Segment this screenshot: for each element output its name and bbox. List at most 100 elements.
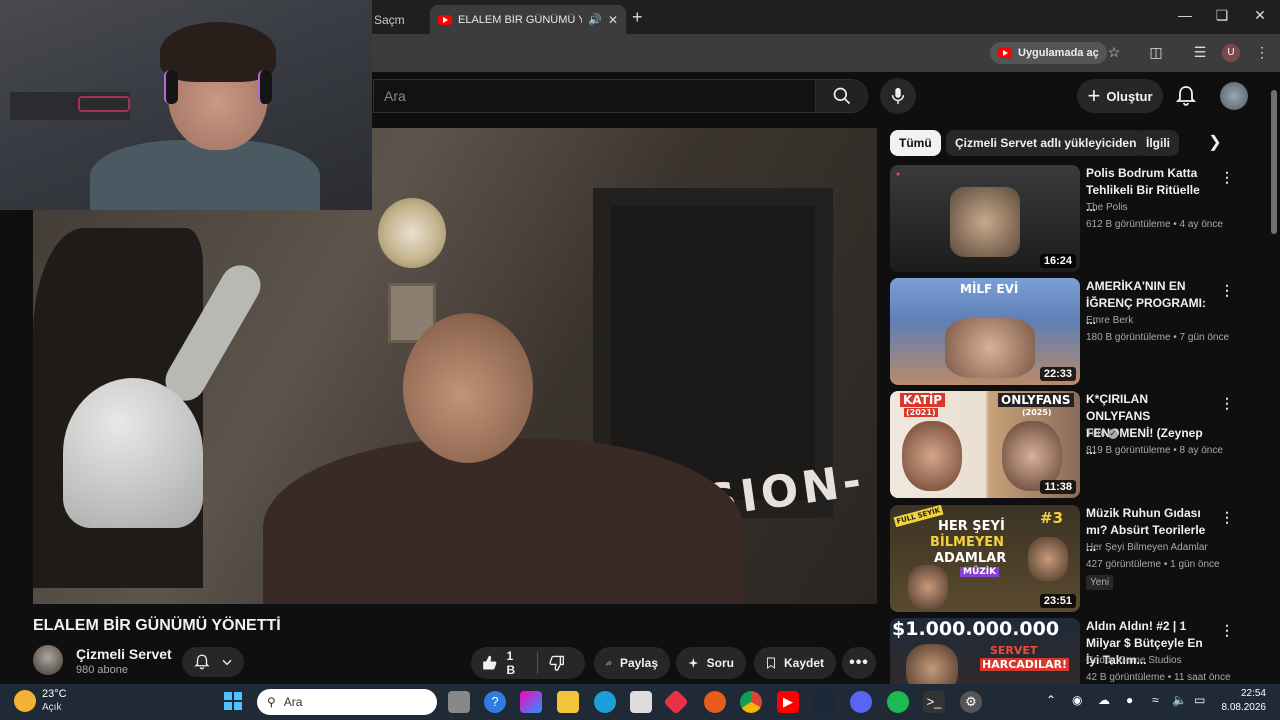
search-input[interactable]: Ara: [373, 79, 816, 113]
recommendation-item[interactable]: FULL SEYİK HER ŞEYİ BİLMEYEN ADAMLAR MÜZ…: [890, 505, 1270, 612]
ask-button[interactable]: Soru: [676, 647, 746, 679]
windows-start-icon[interactable]: [222, 691, 244, 713]
discord-icon[interactable]: [850, 691, 872, 713]
recommendation-channel[interactable]: Her Şeyi Bilmeyen Adamlar: [1086, 542, 1208, 553]
clock-time[interactable]: 22:54: [1222, 688, 1266, 699]
more-horizontal-icon: •••: [849, 654, 869, 671]
recommendation-channel[interactable]: The Polis: [1086, 202, 1128, 213]
media-control-icon[interactable]: ☰: [1190, 42, 1210, 62]
more-vertical-icon[interactable]: ⋮: [1220, 169, 1234, 185]
ask-label: Soru: [706, 656, 734, 670]
tray-cloud-icon[interactable]: ☁: [1098, 693, 1110, 707]
video-thumbnail[interactable]: KATİP (2021) ONLYFANS (2025) 11:38: [890, 391, 1080, 498]
windows-logo-icon: [224, 692, 242, 710]
youtube-favicon-icon: [438, 14, 452, 25]
recommendation-item[interactable]: MİLF EVİ 22:33 AMERİKA'NIN EN İĞRENÇ PRO…: [890, 278, 1270, 385]
minimize-icon[interactable]: —: [1175, 7, 1195, 23]
steam-icon[interactable]: [813, 691, 835, 713]
chrome-icon[interactable]: [740, 691, 762, 713]
app-orange-icon[interactable]: [704, 691, 726, 713]
app-gear-icon[interactable]: ⚙: [960, 691, 982, 713]
chip-from-uploader[interactable]: Çizmeli Servet adlı yükleyiciden: [946, 130, 1146, 156]
voice-search-button[interactable]: [880, 78, 916, 114]
chevron-right-icon[interactable]: ❯: [1204, 132, 1226, 154]
weather-moon-icon[interactable]: [14, 690, 36, 712]
more-vertical-icon[interactable]: ⋮: [1220, 282, 1234, 298]
recommendation-item[interactable]: KATİP (2021) ONLYFANS (2025) 11:38 K*ÇIR…: [890, 391, 1270, 498]
new-tab-button[interactable]: +: [632, 7, 643, 28]
video-duration: 22:33: [1039, 367, 1076, 381]
headset-right: [258, 70, 272, 104]
browser-tab-active[interactable]: ELALEM BİR GÜNÜMÜ YÖN 🔊 ✕: [430, 5, 626, 34]
more-vertical-icon[interactable]: ⋮: [1220, 622, 1234, 638]
spotify-icon[interactable]: [887, 691, 909, 713]
more-actions-button[interactable]: •••: [842, 647, 876, 679]
window-close-icon[interactable]: ✕: [1250, 7, 1270, 24]
browser-menu-icon[interactable]: ⋮: [1252, 42, 1272, 62]
thumbnail-text-line2: SERVET: [990, 644, 1038, 657]
save-button[interactable]: Kaydet: [754, 647, 836, 679]
browser-profile-avatar[interactable]: U: [1222, 44, 1240, 62]
recommendation-channel[interactable]: Griddy Game Studios: [1086, 655, 1182, 666]
create-button[interactable]: + Oluştur: [1077, 79, 1163, 113]
tab-close-icon[interactable]: ✕: [608, 13, 618, 27]
task-view-icon[interactable]: [448, 691, 470, 713]
sparkle-icon: [688, 658, 699, 668]
bookmark-star-icon[interactable]: ☆: [1104, 42, 1124, 62]
video-thumbnail[interactable]: ● 16:24: [890, 165, 1080, 272]
thumbnail-text-line3: HARCADILAR!: [980, 658, 1070, 671]
weather-status[interactable]: Açık: [42, 702, 61, 713]
battery-icon[interactable]: ▭: [1194, 693, 1205, 707]
more-vertical-icon[interactable]: ⋮: [1220, 395, 1234, 411]
volume-icon[interactable]: 🔈: [1172, 693, 1187, 707]
recommendation-item[interactable]: $1.000.000.000 SERVET HARCADILAR! Aldın …: [890, 618, 1270, 684]
weather-temperature[interactable]: 23°C: [42, 688, 67, 700]
recommendation-channel[interactable]: Emre Berk: [1086, 315, 1133, 326]
scrollbar-thumb[interactable]: [1271, 90, 1277, 234]
maximize-icon[interactable]: ❏: [1212, 7, 1232, 24]
video-thumbnail[interactable]: $1.000.000.000 SERVET HARCADILAR!: [890, 618, 1080, 684]
chip-related[interactable]: İlgili: [1137, 130, 1179, 156]
microsoft-store-icon[interactable]: [630, 691, 652, 713]
help-icon[interactable]: ?: [484, 691, 506, 713]
tab-audio-icon[interactable]: 🔊: [588, 13, 602, 26]
recommendation-channel[interactable]: Tuni ✓: [1086, 428, 1118, 439]
terminal-icon[interactable]: >_: [923, 691, 945, 713]
more-vertical-icon[interactable]: ⋮: [1220, 509, 1234, 525]
video-title: ELALEM BİR GÜNÜMÜ YÖNETTİ: [33, 617, 281, 634]
channel-name[interactable]: Çizmeli Servet: [76, 646, 172, 662]
thumbnail-badge-text: FULL SEYİK: [893, 505, 944, 528]
youtube-app-icon: [998, 48, 1012, 58]
extensions-icon[interactable]: ◫: [1146, 42, 1166, 62]
like-icon[interactable]: [481, 654, 498, 672]
account-avatar[interactable]: [1220, 82, 1248, 110]
subscribed-notification-button[interactable]: [182, 647, 244, 677]
recommendation-item[interactable]: ● 16:24 Polis Bodrum Katta Tehlikeli Bir…: [890, 165, 1270, 272]
notifications-bell-icon[interactable]: [1174, 84, 1198, 108]
share-button[interactable]: Paylaş: [594, 647, 670, 679]
app-red-icon[interactable]: [663, 689, 689, 715]
file-explorer-icon[interactable]: [557, 691, 579, 713]
channel-avatar[interactable]: [33, 645, 63, 675]
thumbnail-text-line1: HER ŞEYİ: [938, 519, 1005, 534]
tray-microphone-icon[interactable]: ●: [1126, 693, 1133, 707]
edge-browser-icon[interactable]: [594, 691, 616, 713]
video-scene-clock: [378, 198, 446, 268]
wifi-icon[interactable]: ≈: [1152, 693, 1159, 707]
video-thumbnail[interactable]: FULL SEYİK HER ŞEYİ BİLMEYEN ADAMLAR MÜZ…: [890, 505, 1080, 612]
open-in-app-button[interactable]: Uygulamada aç: [990, 42, 1107, 64]
tray-expand-icon[interactable]: ⌃: [1046, 693, 1056, 707]
clock-date[interactable]: 8.08.2026: [1214, 702, 1267, 713]
copilot-icon[interactable]: [520, 691, 542, 713]
youtube-app-taskbar-icon[interactable]: ▶: [777, 691, 799, 713]
video-thumbnail[interactable]: MİLF EVİ 22:33: [890, 278, 1080, 385]
taskbar-search-input[interactable]: ⚲ Ara: [257, 689, 437, 715]
search-button[interactable]: [816, 79, 868, 113]
tab-title-active: ELALEM BİR GÜNÜMÜ YÖN: [458, 13, 583, 26]
chip-all[interactable]: Tümü: [890, 130, 941, 156]
bookmark-icon: [767, 657, 775, 669]
search-icon: [833, 87, 850, 105]
tray-app-icon[interactable]: ◉: [1072, 693, 1082, 707]
browser-tab-previous[interactable]: Saçm: [372, 5, 428, 34]
dislike-icon[interactable]: [548, 654, 565, 672]
